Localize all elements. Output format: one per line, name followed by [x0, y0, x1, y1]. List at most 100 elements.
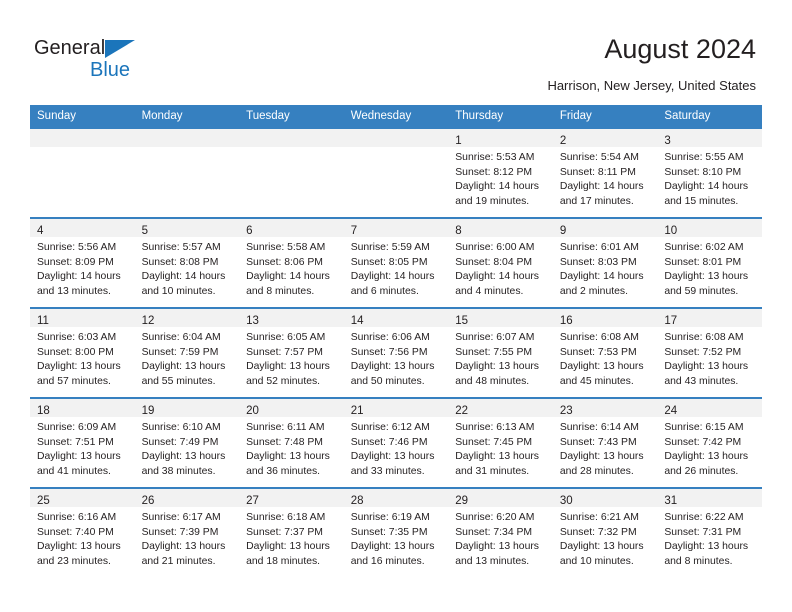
day-number-band: 31 — [657, 489, 762, 507]
calendar-day-cell[interactable]: 25 Sunrise: 6:16 AM Sunset: 7:40 PM Dayligh… — [30, 487, 135, 577]
daylight-text-line1: Daylight: 13 hours — [37, 361, 121, 373]
daylight-text-line1: Daylight: 13 hours — [141, 451, 226, 463]
sunset-text: Sunset: 7:31 PM — [664, 526, 742, 538]
calendar-day-cell[interactable]: 17 Sunrise: 6:08 AM Sunset: 7:52 PM Dayligh… — [657, 307, 762, 398]
day-details: Sunrise: 6:08 AM Sunset: 7:52 PM Daylight:… — [657, 327, 762, 389]
sunrise-text: Sunrise: 6:00 AM — [455, 242, 535, 253]
daylight-text-line2: and 23 minutes. — [37, 555, 111, 567]
sunset-text: Sunset: 8:09 PM — [37, 256, 114, 268]
sunrise-text: Sunrise: 5:54 AM — [559, 152, 639, 163]
calendar-day-cell[interactable]: 31 Sunrise: 6:22 AM Sunset: 7:31 PM Dayligh… — [657, 487, 762, 577]
sunrise-text: Sunrise: 5:55 AM — [664, 152, 744, 163]
day-number: 13 — [246, 315, 259, 327]
general-blue-logo[interactable]: General Blue — [34, 36, 234, 84]
day-details: Sunrise: 6:18 AM Sunset: 7:37 PM Daylight:… — [239, 507, 344, 569]
day-number-band: 23 — [552, 399, 658, 417]
daylight-text-line1: Daylight: 13 hours — [559, 361, 644, 373]
calendar-day-cell[interactable]: 30 Sunrise: 6:21 AM Sunset: 7:32 PM Dayligh… — [552, 487, 658, 577]
weekday-header-wednesday: Wednesday — [343, 105, 449, 128]
sunrise-text: Sunrise: 6:05 AM — [246, 332, 326, 343]
day-number-band: 6 — [239, 219, 344, 237]
calendar-day-cell[interactable]: 29 Sunrise: 6:20 AM Sunset: 7:34 PM Dayligh… — [448, 487, 553, 577]
daylight-text-line1: Daylight: 13 hours — [350, 361, 435, 373]
sunrise-text: Sunrise: 6:07 AM — [455, 332, 535, 343]
calendar-day-cell[interactable]: 27 Sunrise: 6:18 AM Sunset: 7:37 PM Dayligh… — [239, 487, 344, 577]
calendar-day-cell[interactable]: 2 Sunrise: 5:54 AM Sunset: 8:11 PM Daylight… — [552, 127, 658, 218]
day-number-band: 16 — [552, 309, 658, 327]
calendar-day-cell[interactable]: 23 Sunrise: 6:14 AM Sunset: 7:43 PM Dayligh… — [552, 397, 658, 488]
day-details — [135, 147, 240, 151]
daylight-text-line2: and 13 minutes. — [37, 285, 111, 297]
calendar-week-row: 25 Sunrise: 6:16 AM Sunset: 7:40 PM Dayligh… — [30, 487, 762, 577]
sunrise-text: Sunrise: 6:09 AM — [37, 422, 117, 433]
daylight-text-line1: Daylight: 13 hours — [559, 541, 644, 553]
calendar-day-cell[interactable]: 14 Sunrise: 6:06 AM Sunset: 7:56 PM Dayligh… — [343, 307, 449, 398]
daylight-text-line2: and 43 minutes. — [664, 375, 739, 387]
day-number: 11 — [37, 315, 49, 327]
calendar-day-cell[interactable]: 8 Sunrise: 6:00 AM Sunset: 8:04 PM Daylight… — [448, 217, 553, 308]
day-details — [239, 147, 344, 151]
day-number: 1 — [455, 135, 462, 147]
calendar-body: 1 Sunrise: 5:53 AM Sunset: 8:12 PM Daylight… — [30, 127, 762, 577]
day-number: 15 — [455, 315, 469, 327]
day-details: Sunrise: 6:08 AM Sunset: 7:53 PM Daylight:… — [553, 327, 658, 389]
day-number-band — [343, 129, 449, 147]
calendar-day-cell[interactable]: 11 Sunrise: 6:03 AM Sunset: 8:00 PM Dayligh… — [30, 307, 135, 398]
day-number-band — [134, 129, 240, 147]
day-number: 25 — [37, 495, 50, 507]
calendar-day-cell[interactable]: 24 Sunrise: 6:15 AM Sunset: 7:42 PM Dayligh… — [657, 397, 762, 488]
calendar-day-cell[interactable]: 4 Sunrise: 5:56 AM Sunset: 8:09 PM Daylight… — [30, 217, 135, 308]
sunset-text: Sunset: 8:05 PM — [350, 256, 428, 268]
sunrise-text: Sunrise: 5:58 AM — [246, 242, 326, 253]
sunrise-text: Sunrise: 6:13 AM — [455, 422, 535, 433]
weekday-header-friday: Friday — [552, 105, 658, 128]
calendar-day-cell[interactable]: 15 Sunrise: 6:07 AM Sunset: 7:55 PM Dayligh… — [448, 307, 553, 398]
calendar-day-cell[interactable]: 12 Sunrise: 6:04 AM Sunset: 7:59 PM Dayligh… — [134, 307, 240, 398]
sunset-text: Sunset: 7:34 PM — [455, 526, 533, 538]
calendar-day-cell[interactable]: 9 Sunrise: 6:01 AM Sunset: 8:03 PM Daylight… — [552, 217, 658, 308]
calendar-day-cell[interactable]: 20 Sunrise: 6:11 AM Sunset: 7:48 PM Dayligh… — [239, 397, 344, 488]
day-number-band: 10 — [657, 219, 762, 237]
calendar-day-cell[interactable]: 5 Sunrise: 5:57 AM Sunset: 8:08 PM Daylight… — [134, 217, 240, 308]
sunset-text: Sunset: 7:51 PM — [37, 436, 114, 448]
day-number: 7 — [350, 225, 358, 237]
day-number: 20 — [246, 405, 259, 417]
calendar-day-cell[interactable]: 28 Sunrise: 6:19 AM Sunset: 7:35 PM Dayligh… — [343, 487, 449, 577]
calendar-day-cell[interactable]: 26 Sunrise: 6:17 AM Sunset: 7:39 PM Dayligh… — [134, 487, 240, 577]
calendar-day-cell[interactable]: 6 Sunrise: 5:58 AM Sunset: 8:06 PM Daylight… — [239, 217, 344, 308]
daylight-text-line2: and 6 minutes. — [350, 285, 419, 297]
day-number-band: 2 — [552, 129, 658, 147]
sunrise-text: Sunrise: 6:14 AM — [559, 422, 639, 433]
calendar-day-cell[interactable]: 19 Sunrise: 6:10 AM Sunset: 7:49 PM Dayligh… — [134, 397, 240, 488]
day-details: Sunrise: 6:05 AM Sunset: 7:57 PM Daylight:… — [239, 327, 344, 389]
calendar-day-cell[interactable]: 22 Sunrise: 6:13 AM Sunset: 7:45 PM Dayligh… — [448, 397, 553, 488]
day-number-band: 19 — [134, 399, 240, 417]
daylight-text-line1: Daylight: 13 hours — [246, 361, 330, 373]
day-details: Sunrise: 5:56 AM Sunset: 8:09 PM Daylight:… — [30, 237, 135, 299]
sunrise-text: Sunrise: 5:57 AM — [141, 242, 221, 253]
calendar-day-cell[interactable]: 1 Sunrise: 5:53 AM Sunset: 8:12 PM Daylight… — [448, 127, 553, 218]
day-details — [30, 147, 135, 151]
calendar-day-cell[interactable]: 18 Sunrise: 6:09 AM Sunset: 7:51 PM Dayligh… — [30, 397, 135, 488]
day-number: 31 — [664, 495, 678, 507]
calendar-day-cell[interactable]: 3 Sunrise: 5:55 AM Sunset: 8:10 PM Daylight… — [657, 127, 762, 218]
daylight-text-line1: Daylight: 13 hours — [664, 271, 749, 283]
calendar-day-cell[interactable]: 7 Sunrise: 5:59 AM Sunset: 8:05 PM Daylight… — [343, 217, 449, 308]
calendar-day-cell[interactable]: 10 Sunrise: 6:02 AM Sunset: 8:01 PM Dayligh… — [657, 217, 762, 308]
calendar-day-cell[interactable]: 13 Sunrise: 6:05 AM Sunset: 7:57 PM Dayligh… — [239, 307, 344, 398]
sunset-text: Sunset: 8:03 PM — [559, 256, 637, 268]
daylight-text-line2: and 2 minutes. — [559, 285, 628, 297]
daylight-text-line2: and 15 minutes. — [664, 195, 739, 207]
calendar-day-cell[interactable]: 16 Sunrise: 6:08 AM Sunset: 7:53 PM Dayligh… — [552, 307, 658, 398]
day-number: 23 — [559, 405, 573, 417]
day-number: 12 — [141, 315, 155, 327]
sunset-text: Sunset: 8:06 PM — [246, 256, 323, 268]
logo-top-row: General — [34, 36, 234, 60]
day-number: 24 — [664, 405, 678, 417]
day-number-band: 11 — [30, 309, 135, 327]
day-details: Sunrise: 6:02 AM Sunset: 8:01 PM Daylight:… — [657, 237, 762, 299]
daylight-text-line1: Daylight: 13 hours — [664, 361, 749, 373]
daylight-text-line2: and 10 minutes. — [141, 285, 216, 297]
calendar-day-cell[interactable]: 21 Sunrise: 6:12 AM Sunset: 7:46 PM Dayligh… — [343, 397, 449, 488]
sunrise-text: Sunrise: 6:08 AM — [559, 332, 639, 343]
